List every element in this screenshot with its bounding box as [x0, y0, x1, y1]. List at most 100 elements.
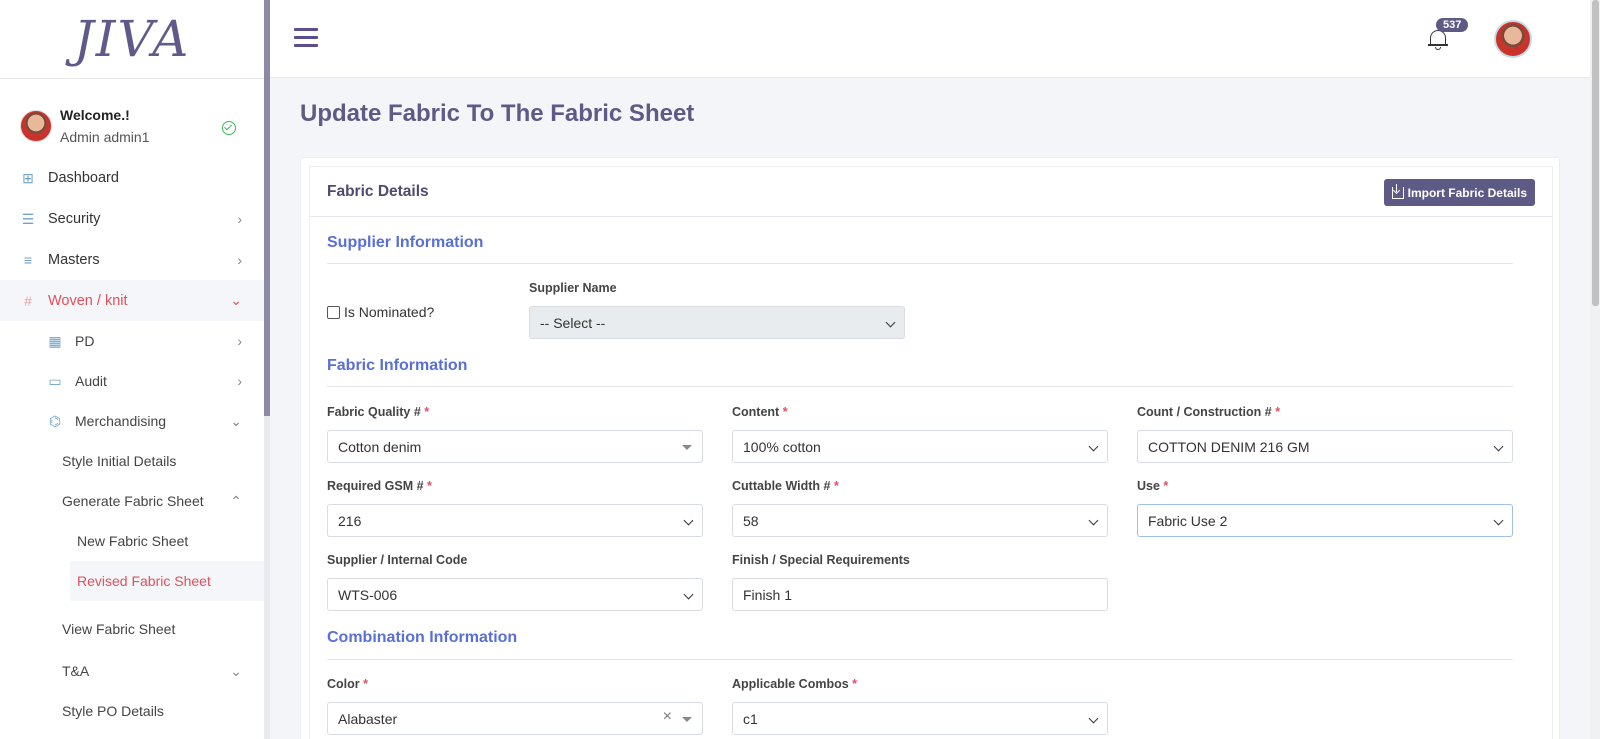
jiva-logo[interactable]: JIVA — [74, 10, 191, 68]
applicable-combos-label: Applicable Combos * — [732, 677, 858, 691]
sidebar-item-label: Style PO Details — [62, 703, 164, 719]
select-value: Cotton denim — [338, 438, 422, 455]
finish-requirements-label: Finish / Special Requirements — [732, 553, 910, 567]
select-value: WTS-006 — [338, 586, 398, 603]
count-construction-select[interactable]: COTTON DENIM 216 GM — [1137, 430, 1513, 463]
combination-section-title: Combination Information — [327, 629, 518, 646]
sidebar-item-label: Dashboard — [48, 169, 119, 186]
merch-icon: ⌬ — [48, 413, 62, 429]
chevron-right-icon: › — [237, 210, 242, 227]
profile-avatar[interactable] — [1494, 20, 1532, 58]
page-title: Update Fabric To The Fabric Sheet — [300, 100, 695, 127]
chevron-down-icon — [1493, 441, 1504, 452]
is-nominated-label: Is Nominated? — [344, 304, 435, 320]
sidebar-item-label: View Fabric Sheet — [62, 621, 176, 637]
sidebar-item-label: Style Initial Details — [62, 453, 177, 469]
sidebar-item-ta[interactable]: T&A ⌄ — [0, 651, 264, 691]
import-fabric-details-button[interactable]: Import Fabric Details — [1383, 179, 1535, 206]
chevron-down-icon — [683, 589, 694, 600]
menu-toggle-icon[interactable] — [294, 28, 318, 48]
page-scrollbar-thumb[interactable] — [1592, 0, 1599, 306]
clear-icon[interactable]: × — [663, 708, 672, 726]
sidebar-item-security[interactable]: ☰ Security › — [0, 198, 264, 239]
section-divider — [327, 263, 1513, 264]
chevron-down-icon — [1088, 713, 1099, 724]
checkbox-box[interactable] — [327, 305, 340, 319]
fabric-details-card: Fabric Details Import Fabric Details Sup… — [300, 157, 1560, 739]
chevron-down-icon: ⌄ — [230, 662, 242, 679]
chevron-down-icon — [1088, 515, 1099, 526]
chevron-down-icon — [885, 317, 896, 328]
section-divider — [327, 659, 1513, 660]
logo-area: JIVA — [0, 0, 264, 79]
content-label: Content * — [732, 405, 788, 419]
sidebar-item-woven-knit[interactable]: # Woven / knit ⌄ — [0, 280, 264, 321]
chevron-right-icon: › — [237, 333, 242, 349]
cuttable-width-select[interactable]: 58 — [732, 504, 1108, 537]
fabric-section-title: Fabric Information — [327, 357, 468, 374]
select-value: 216 — [338, 512, 362, 529]
sidebar-item-label: Merchandising — [75, 413, 167, 429]
sidebar-item-label: New Fabric Sheet — [77, 533, 189, 549]
download-icon — [1391, 183, 1404, 199]
select-value: 100% cotton — [743, 438, 821, 455]
applicable-combos-select[interactable]: c1 — [732, 702, 1108, 735]
sidebar-item-pd[interactable]: ▦ PD › — [0, 321, 264, 361]
user-name: Admin admin1 — [60, 129, 150, 145]
topbar: 537 — [270, 0, 1600, 78]
card-header: Fabric Details Import Fabric Details — [310, 167, 1552, 217]
import-button-label: Import Fabric Details — [1407, 185, 1527, 200]
sidebar-item-masters[interactable]: ≡ Masters › — [0, 239, 264, 280]
supplier-internal-code-select[interactable]: WTS-006 — [327, 578, 703, 611]
sidebar-item-merchandising[interactable]: ⌬ Merchandising ⌄ — [0, 401, 264, 441]
user-welcome: Welcome.! Admin admin1 — [0, 79, 264, 157]
fabric-quality-select[interactable]: Cotton denim — [327, 430, 703, 463]
chevron-down-icon: ⌄ — [230, 292, 242, 308]
chevron-down-icon — [683, 515, 694, 526]
select-value: COTTON DENIM 216 GM — [1148, 438, 1310, 455]
select-value: -- Select -- — [540, 314, 606, 331]
select-value: Fabric Use 2 — [1148, 512, 1228, 529]
online-check-icon — [222, 121, 236, 135]
use-label: Use * — [1137, 479, 1169, 493]
finish-requirements-input[interactable]: Finish 1 — [732, 578, 1108, 611]
table-icon: ▦ — [48, 333, 62, 349]
color-select[interactable]: Alabaster × — [327, 702, 703, 735]
cuttable-width-label: Cuttable Width # * — [732, 479, 839, 493]
supplier-name-label: Supplier Name — [529, 281, 617, 295]
select-value: 58 — [743, 512, 759, 529]
sidebar-item-audit[interactable]: ▭ Audit › — [0, 361, 264, 401]
sidebar-item-generate-fabric-sheet[interactable]: Generate Fabric Sheet ⌃ — [0, 481, 264, 521]
use-select[interactable]: Fabric Use 2 — [1137, 504, 1513, 537]
sidebar-item-dashboard[interactable]: ⊞ Dashboard — [0, 157, 264, 198]
supplier-internal-code-label: Supplier / Internal Code — [327, 553, 468, 567]
select-value: c1 — [743, 710, 758, 727]
supplier-section-title: Supplier Information — [327, 234, 484, 251]
dashboard-icon: ⊞ — [22, 169, 34, 186]
sidebar-item-label: PD — [75, 333, 95, 349]
notification-badge: 537 — [1436, 18, 1469, 32]
sliders-icon: ☰ — [21, 210, 35, 227]
color-label: Color * — [327, 677, 368, 691]
card-title: Fabric Details — [327, 182, 429, 200]
content-select[interactable]: 100% cotton — [732, 430, 1108, 463]
sidebar-nav: ⊞ Dashboard ☰ Security › ≡ Masters › # W… — [0, 157, 264, 731]
required-gsm-select[interactable]: 216 — [327, 504, 703, 537]
chevron-down-icon: ⌄ — [230, 412, 242, 429]
required-gsm-label: Required GSM # * — [327, 479, 432, 493]
dropdown-arrow-icon — [682, 717, 692, 722]
sidebar-item-new-fabric-sheet[interactable]: New Fabric Sheet — [0, 521, 264, 561]
sidebar-item-label: Audit — [75, 373, 107, 389]
section-divider — [327, 386, 1513, 387]
chevron-right-icon: › — [237, 251, 242, 268]
fabric-quality-label: Fabric Quality # * — [327, 405, 430, 419]
sidebar-item-style-initial-details[interactable]: Style Initial Details — [0, 441, 264, 481]
sidebar-item-revised-fabric-sheet[interactable]: Revised Fabric Sheet — [70, 561, 264, 601]
sidebar-item-view-fabric-sheet[interactable]: View Fabric Sheet — [0, 601, 264, 651]
sidebar-item-label: Generate Fabric Sheet — [62, 493, 204, 509]
sidebar-item-label: Security — [48, 210, 101, 227]
is-nominated-checkbox[interactable]: Is Nominated? — [327, 304, 434, 320]
supplier-name-select[interactable]: -- Select -- — [529, 306, 905, 339]
sidebar-item-style-po-details[interactable]: Style PO Details — [0, 691, 264, 731]
user-avatar — [20, 110, 52, 142]
